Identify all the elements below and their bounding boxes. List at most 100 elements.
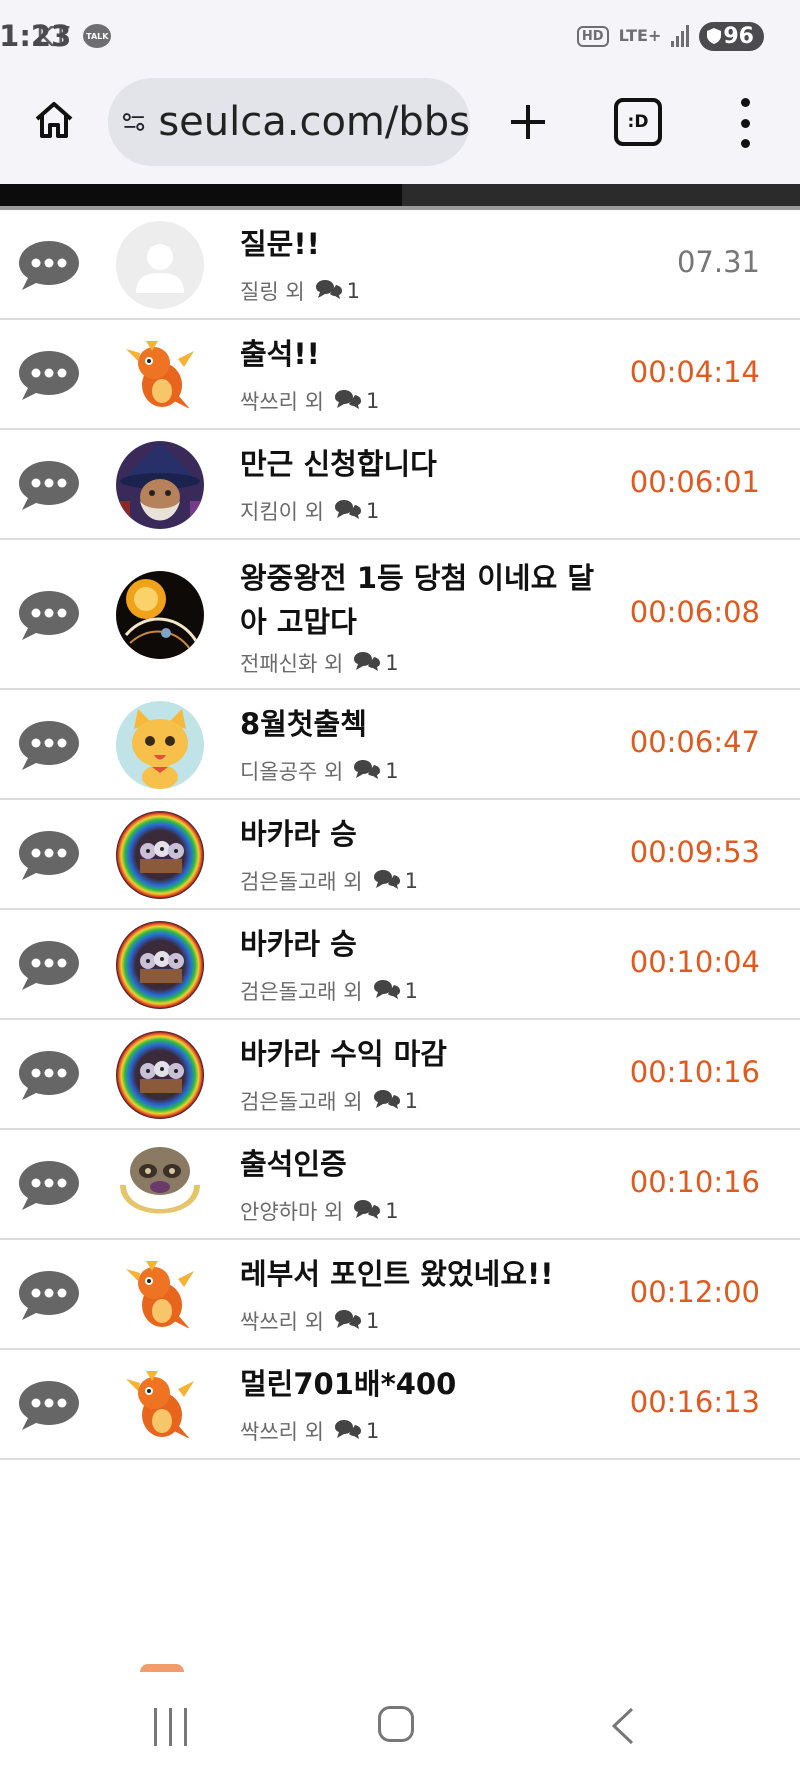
chat-bubble-icon bbox=[16, 717, 82, 773]
comment-icon bbox=[373, 978, 401, 1005]
post-time: 00:10:04 bbox=[629, 945, 760, 979]
chat-bubble-icon bbox=[16, 1157, 82, 1213]
comment-count: 1 bbox=[334, 1418, 379, 1445]
comment-icon bbox=[334, 498, 362, 525]
post-row[interactable]: 출석인증안양하마 외 1 00:10:16 bbox=[0, 1130, 800, 1240]
status-left: KT 1:23 TALK bbox=[0, 16, 112, 56]
post-row[interactable]: 레부서 포인트 왔었네요!! 싹쓰리 외 1 00:12:00 bbox=[0, 1240, 800, 1350]
comment-count-value: 1 bbox=[346, 279, 361, 303]
avatar[interactable] bbox=[116, 811, 204, 899]
comment-count: 1 bbox=[373, 868, 418, 895]
post-row[interactable]: 왕중왕전 1등 당첨 이네요 달아 고맙다전패신화 외 1 00:06:08 bbox=[0, 540, 800, 690]
post-author: 싹쓰리 외 bbox=[240, 1420, 324, 1444]
post-time: 00:04:14 bbox=[629, 355, 760, 389]
chat-bubble-icon bbox=[16, 347, 82, 403]
comment-count: 1 bbox=[334, 388, 379, 415]
battery-level: 96 bbox=[723, 23, 754, 49]
post-meta: 검은돌고래 외 1 bbox=[240, 866, 418, 896]
network-type-icon: LTE+ bbox=[618, 26, 662, 45]
post-list: 질문!! 질링 외 1 07.31 출석!! 싹쓰리 외 1 00:04:14 만근 신청합니다… bbox=[0, 210, 800, 1460]
post-time: 00:09:53 bbox=[629, 835, 760, 869]
comment-icon bbox=[353, 650, 381, 677]
comment-count-value: 1 bbox=[365, 389, 380, 413]
avatar[interactable] bbox=[116, 331, 204, 419]
post-row[interactable]: 출석!! 싹쓰리 외 1 00:04:14 bbox=[0, 320, 800, 430]
avatar[interactable] bbox=[116, 441, 204, 529]
browser-toolbar: seulca.com/bbs :D bbox=[0, 72, 800, 184]
avatar[interactable] bbox=[116, 701, 204, 789]
status-bar: KT 1:23 TALK HD LTE+ 96 bbox=[0, 0, 800, 72]
post-row[interactable]: 바카라 수익 마감 검은돌고래 외 1 00:10:16 bbox=[0, 1020, 800, 1130]
post-title[interactable]: 출석인증 bbox=[240, 1142, 600, 1186]
post-title[interactable]: 바카라 승 bbox=[240, 812, 600, 856]
post-meta: 디올공주 외 1 bbox=[240, 756, 399, 786]
shield-icon bbox=[707, 28, 722, 44]
post-author: 싹쓰리 외 bbox=[240, 390, 324, 414]
comment-count-value: 1 bbox=[365, 1419, 380, 1443]
avatar[interactable] bbox=[116, 571, 204, 659]
new-tab-button[interactable] bbox=[502, 96, 554, 148]
post-title[interactable]: 바카라 승 bbox=[240, 922, 600, 966]
board-tab-right[interactable] bbox=[402, 184, 800, 206]
comment-count: 1 bbox=[353, 1198, 399, 1225]
post-row[interactable]: 8월첫출첵 디올공주 외 1 00:06:47 bbox=[0, 690, 800, 800]
back-icon[interactable] bbox=[608, 1706, 638, 1746]
avatar[interactable] bbox=[116, 1031, 204, 1119]
post-author: 싹쓰리 외 bbox=[240, 1310, 324, 1334]
home-nav-button[interactable] bbox=[378, 1706, 414, 1742]
comment-icon bbox=[334, 388, 362, 415]
comment-count-value: 1 bbox=[385, 651, 399, 675]
site-settings-icon bbox=[122, 113, 145, 131]
dot bbox=[740, 118, 750, 128]
signal-strength-icon bbox=[671, 25, 690, 47]
comment-icon bbox=[353, 1198, 381, 1225]
post-meta: 안양하마 외 1 bbox=[240, 1196, 399, 1226]
post-title[interactable]: 8월첫출첵 bbox=[240, 702, 600, 746]
post-author: 검은돌고래 외 bbox=[240, 870, 363, 894]
home-button[interactable] bbox=[28, 94, 80, 146]
post-title[interactable]: 출석!! bbox=[240, 332, 600, 376]
post-time: 00:16:13 bbox=[629, 1385, 760, 1419]
post-time: 00:06:01 bbox=[629, 465, 760, 499]
chat-bubble-icon bbox=[16, 1047, 82, 1103]
clock: 1:23 bbox=[0, 19, 72, 53]
post-row[interactable]: 질문!! 질링 외 1 07.31 bbox=[0, 210, 800, 320]
avatar[interactable] bbox=[116, 1141, 204, 1229]
post-row[interactable]: 바카라 승검은돌고래 외 1 00:09:53 bbox=[0, 800, 800, 910]
post-title[interactable]: 만근 신청합니다 bbox=[240, 442, 600, 486]
post-time: 00:10:16 bbox=[629, 1165, 760, 1199]
comment-count-value: 1 bbox=[404, 979, 418, 1003]
avatar[interactable] bbox=[116, 921, 204, 1009]
post-meta: 질링 외 1 bbox=[240, 276, 360, 306]
recent-apps-button[interactable] bbox=[154, 1708, 187, 1746]
post-title[interactable]: 왕중왕전 1등 당첨 이네요 달아 고맙다 bbox=[240, 556, 600, 644]
post-time: 00:06:08 bbox=[629, 595, 760, 629]
post-row[interactable]: 바카라 승검은돌고래 외 1 00:10:04 bbox=[0, 910, 800, 1020]
avatar bbox=[140, 1664, 184, 1672]
more-menu-button[interactable] bbox=[730, 98, 760, 148]
comment-count: 1 bbox=[315, 278, 360, 305]
post-title[interactable]: 질문!! bbox=[240, 222, 600, 266]
chat-bubble-icon bbox=[16, 1377, 82, 1433]
post-title[interactable]: 멀린701배*400 bbox=[240, 1362, 600, 1406]
post-row[interactable]: 만근 신청합니다 지킴이 외 1 00:06:01 bbox=[0, 430, 800, 540]
chat-bubble-icon bbox=[16, 237, 82, 293]
address-bar[interactable]: seulca.com/bbs bbox=[108, 78, 470, 166]
tabs-button[interactable]: :D bbox=[614, 98, 662, 146]
comment-count-value: 1 bbox=[404, 1089, 418, 1113]
comment-icon bbox=[315, 278, 343, 305]
post-meta: 전패신화 외 1 bbox=[240, 648, 399, 678]
post-author: 검은돌고래 외 bbox=[240, 980, 363, 1004]
hd-voice-icon: HD bbox=[576, 25, 609, 47]
post-row[interactable]: 멀린701배*400 싹쓰리 외 1 00:16:13 bbox=[0, 1350, 800, 1460]
post-author: 지킴이 외 bbox=[240, 500, 324, 524]
avatar[interactable] bbox=[116, 1361, 204, 1449]
post-title[interactable]: 레부서 포인트 왔었네요!! bbox=[240, 1252, 600, 1296]
post-title[interactable]: 바카라 수익 마감 bbox=[240, 1032, 600, 1076]
avatar[interactable] bbox=[116, 1251, 204, 1339]
post-author: 질링 외 bbox=[240, 280, 305, 304]
battery-indicator: 96 bbox=[699, 21, 764, 51]
avatar[interactable] bbox=[116, 221, 204, 309]
comment-count: 1 bbox=[373, 1088, 418, 1115]
comment-icon bbox=[373, 1088, 401, 1115]
